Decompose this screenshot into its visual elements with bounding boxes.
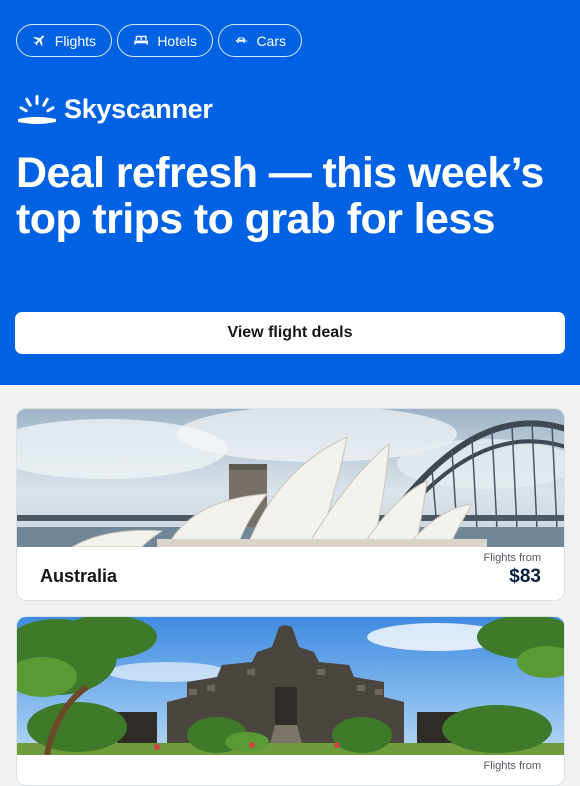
brand-name: Skyscanner [64, 94, 213, 124]
bed-icon [134, 35, 148, 45]
deal-price: $83 [509, 566, 541, 587]
hotels-pill[interactable]: Hotels [117, 24, 213, 57]
deal-card[interactable]: Australia Flights from $83 [16, 408, 565, 601]
view-flight-deals-button[interactable]: View flight deals [15, 312, 565, 354]
sydney-opera-house-photo [17, 409, 564, 547]
sunrise-logo-icon [18, 94, 56, 124]
bali-temple-photo [17, 617, 564, 755]
flights-from-label: Flights from [483, 552, 541, 564]
deal-info: Australia Flights from $83 [17, 547, 564, 600]
page-headline: Deal refresh — this week’s top trips to … [16, 149, 544, 243]
deal-info: Flights from [17, 755, 564, 785]
destination-name: Australia [40, 566, 118, 586]
flights-pill-label: Flights [54, 32, 96, 49]
deal-card[interactable]: Flights from [16, 616, 565, 786]
hotels-pill-label: Hotels [157, 32, 197, 49]
cars-pill[interactable]: Cars [218, 24, 302, 57]
car-icon [235, 37, 248, 43]
skyscanner-logo[interactable]: Skyscanner [16, 94, 213, 125]
category-pills: Flights Hotels Cars [16, 24, 302, 57]
plane-icon [33, 35, 44, 46]
cars-pill-label: Cars [256, 32, 286, 49]
flights-from-label: Flights from [483, 760, 541, 772]
hero-banner: Flights Hotels Cars Skyscanner Deal refr… [0, 0, 580, 385]
flights-pill[interactable]: Flights [16, 24, 112, 57]
